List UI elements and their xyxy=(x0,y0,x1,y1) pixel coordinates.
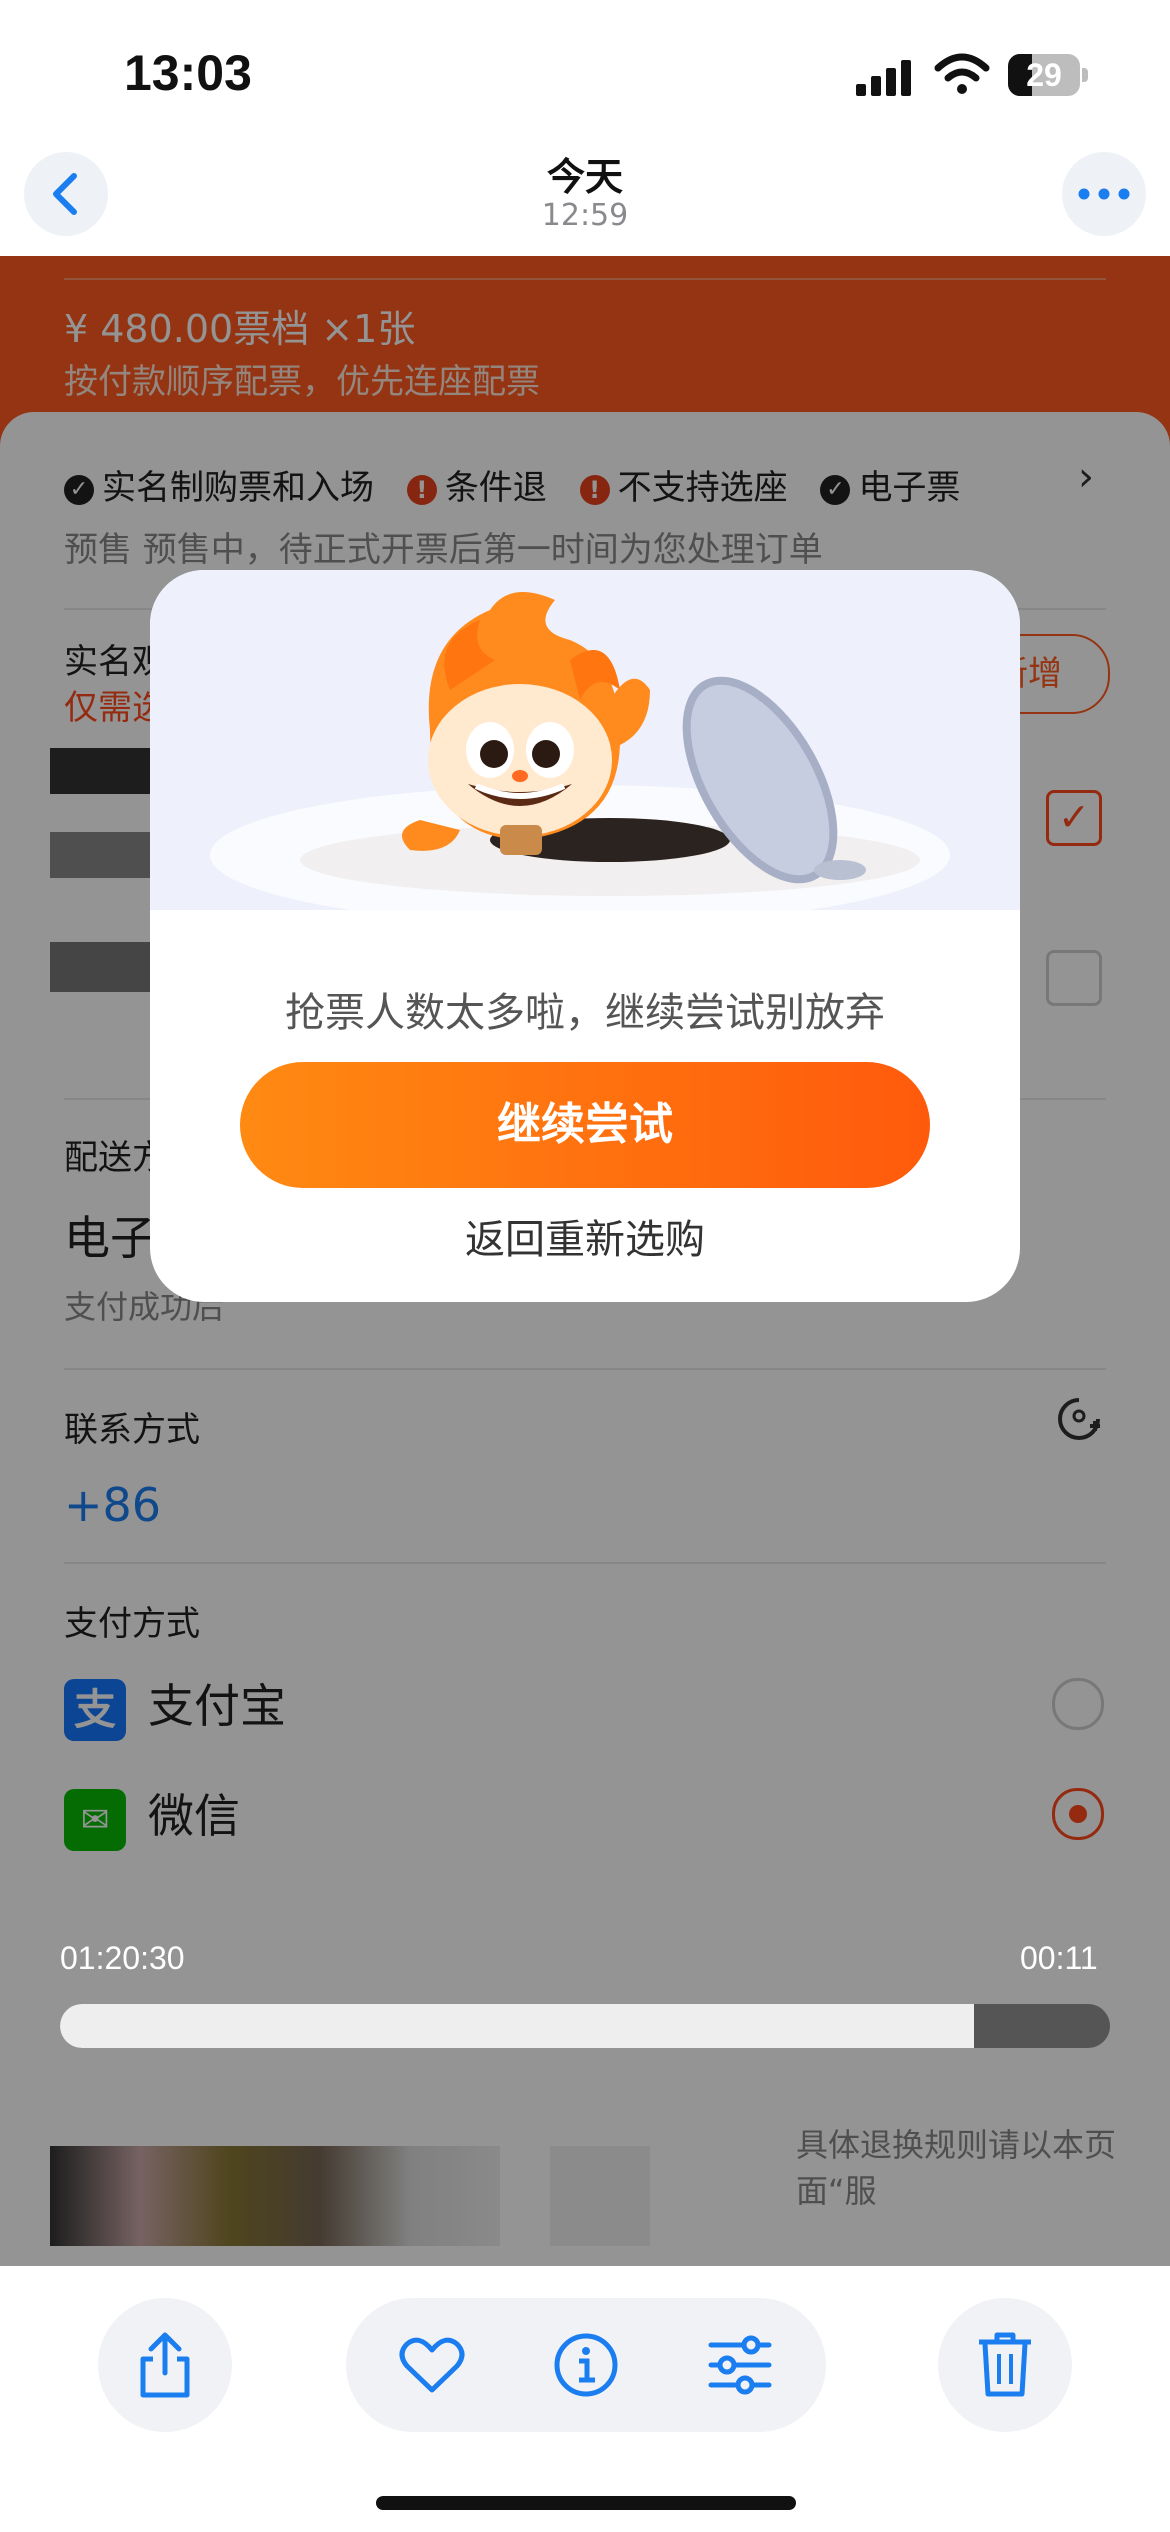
battery-icon: 29 xyxy=(1008,54,1088,96)
back-to-select-button: 返回重新选购 xyxy=(465,1217,705,1263)
photo-nav-bar: 今天 12:59 xyxy=(0,140,1170,256)
more-button[interactable] xyxy=(1062,152,1146,236)
dialog-illustration xyxy=(150,570,1020,925)
adjust-icon xyxy=(708,2335,772,2395)
queue-full-dialog: 抢票人数太多啦，继续尝试别放弃 继续尝试 返回重新选购 xyxy=(150,570,1020,1302)
dialog-message: 抢票人数太多啦，继续尝试别放弃 xyxy=(285,990,885,1036)
video-remaining: 00:11 xyxy=(1020,1940,1098,1976)
adjust-button[interactable] xyxy=(706,2331,774,2399)
share-icon xyxy=(140,2332,190,2398)
photo-actions-group xyxy=(346,2298,826,2432)
ellipsis-icon xyxy=(1078,188,1130,200)
status-time: 13:03 xyxy=(124,45,252,101)
nav-subtitle: 12:59 xyxy=(541,198,629,233)
mascot-illustration xyxy=(210,592,950,925)
video-progress xyxy=(60,2004,974,2048)
retry-button: 继续尝试 xyxy=(240,1062,930,1188)
delete-button[interactable] xyxy=(938,2298,1072,2432)
video-elapsed: 01:20:30 xyxy=(60,1940,185,1976)
favorite-button[interactable] xyxy=(398,2331,466,2399)
cellular-signal-icon xyxy=(856,60,911,96)
trash-icon xyxy=(979,2332,1031,2397)
info-icon xyxy=(554,2333,618,2397)
battery-level: 29 xyxy=(1026,57,1062,93)
wifi-icon xyxy=(934,53,990,94)
nav-title: 今天 xyxy=(546,155,623,199)
home-indicator xyxy=(376,2496,796,2510)
heart-icon xyxy=(399,2337,465,2393)
video-scrubber[interactable] xyxy=(60,2004,1110,2048)
info-button[interactable] xyxy=(552,2331,620,2399)
status-bar: 13:03 29 xyxy=(0,0,1170,140)
photo-toolbar xyxy=(0,2266,1170,2532)
share-button[interactable] xyxy=(98,2298,232,2432)
